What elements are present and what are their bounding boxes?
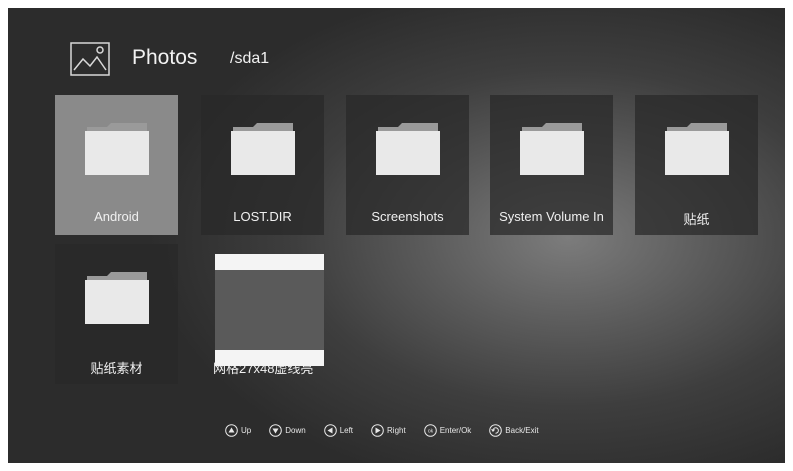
hint-label: Up [241,426,252,435]
hint-enter: ok Enter/Ok [423,424,472,437]
folder-tile-stickers[interactable]: 贴纸 [635,95,758,235]
folder-label: 贴纸 [683,212,710,227]
hint-label: Left [339,426,354,435]
folder-tile-system-volume[interactable]: System Volume In [490,95,613,235]
folder-tile-sticker-assets[interactable]: 贴纸素材 [55,244,178,384]
svg-text:ok: ok [428,429,434,435]
folder-tile-screenshots[interactable]: Screenshots [346,95,469,235]
image-thumbnail [215,254,324,366]
back-icon [489,424,503,437]
folder-label: Android [94,209,139,224]
hint-label: Right [387,426,406,435]
folder-icon [85,123,149,175]
down-button-icon [269,424,283,437]
folder-tile-android[interactable]: Android [55,95,178,235]
remote-key-hints: Up Down Left Right ok Enter/Ok Back/Exit [225,424,557,437]
media-browser-screen: Photos /sda1 Android LOST.DIR Screenshot… [8,8,785,463]
folder-label: LOST.DIR [233,209,292,224]
folder-tile-lost-dir[interactable]: LOST.DIR [201,95,324,235]
folder-icon [85,272,149,324]
folder-icon [665,123,729,175]
folder-label: System Volume In [499,209,604,224]
hint-back: Back/Exit [489,424,539,437]
folder-label: 贴纸素材 [90,361,143,376]
folder-label: Screenshots [371,209,444,224]
photo-icon [70,42,110,76]
hint-label: Back/Exit [505,426,539,435]
page-title: Photos [132,46,198,69]
up-button-icon [225,424,238,437]
ok-button-icon: ok [423,424,437,437]
folder-icon [520,123,584,175]
hint-label: Down [285,426,306,435]
left-button-icon [323,424,337,437]
hint-down: Down [269,424,306,437]
right-button-icon [371,424,384,437]
hint-right: Right [371,424,406,437]
folder-icon [231,123,295,175]
folder-icon [376,123,440,175]
hint-label: Enter/Ok [439,426,472,435]
hint-left: Left [323,424,354,437]
breadcrumb-path: /sda1 [230,50,270,67]
hint-up: Up [225,424,251,437]
